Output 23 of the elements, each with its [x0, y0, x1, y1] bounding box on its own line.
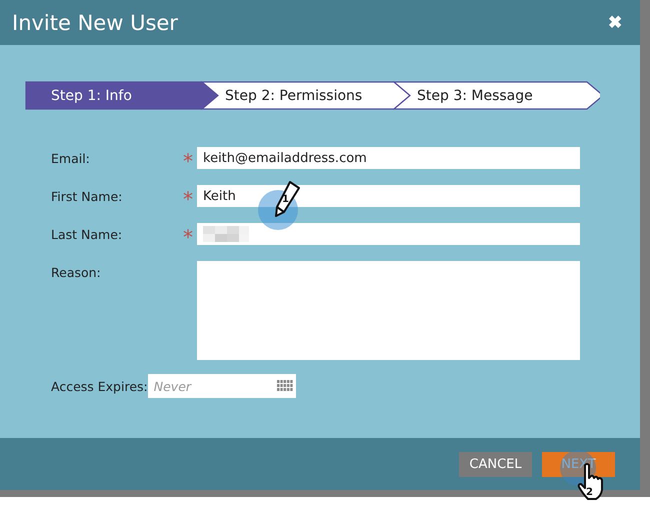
field-label: Last Name: [51, 226, 124, 242]
input-field[interactable]: keith@emailaddress.com [197, 147, 580, 169]
step-tab[interactable]: Step 1: Info [25, 81, 219, 110]
required-mark: * [183, 191, 193, 207]
step-tab[interactable]: Step 3: Message [392, 81, 600, 110]
input-field[interactable] [197, 223, 580, 245]
callout-number: 1 [282, 194, 289, 205]
close-button[interactable]: ✖ [608, 12, 622, 33]
callout-number: 2 [586, 487, 593, 498]
field-label: Access Expires: [51, 378, 148, 394]
reason-textarea[interactable] [197, 261, 580, 360]
pencil-cursor-icon [272, 180, 302, 220]
cancel-button[interactable]: CANCEL [459, 452, 532, 476]
step-tab[interactable]: Step 2: Permissions [200, 81, 411, 110]
required-mark: * [183, 153, 193, 169]
required-mark: * [183, 229, 193, 245]
redaction-blur-icon [203, 225, 251, 243]
field-label: Reason: [51, 265, 102, 280]
field-label: First Name: [51, 188, 124, 204]
window-title: Invite New User [12, 10, 178, 34]
field-label: Email: [51, 150, 91, 166]
calendar-icon[interactable] [276, 380, 293, 392]
date-field[interactable]: Never [148, 374, 296, 398]
